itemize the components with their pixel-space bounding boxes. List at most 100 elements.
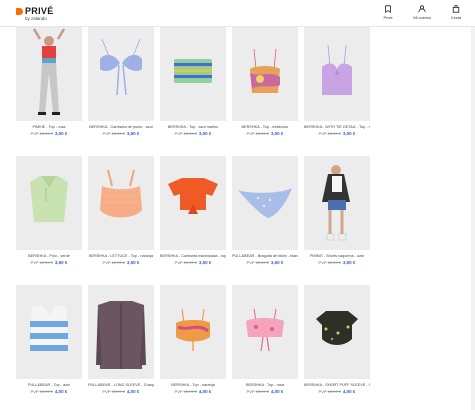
product-price: PVP12,99 €4,00 €	[88, 389, 154, 394]
cart-button[interactable]: Cesta	[445, 5, 467, 20]
original-price: 12,99 €	[327, 389, 341, 394]
product-image[interactable]	[16, 285, 82, 379]
product-name[interactable]: BERSHKA - Camiseta de punto - azul	[88, 125, 154, 129]
product-card[interactable]: BERSHKA - Top - naranja PVP12,99 €4,00 €	[160, 285, 226, 394]
product-name[interactable]: BERSHKA - Polo - verde	[16, 254, 82, 258]
prive-label: Privé	[383, 15, 393, 20]
pvp-label: PVP	[102, 389, 111, 394]
product-name[interactable]: BERSHKA - WITH TIE DETAIL - Top - morado…	[304, 125, 370, 129]
product-name[interactable]: BERSHKA - Top - rosa	[232, 383, 298, 387]
original-price: 12,99 €	[327, 260, 341, 265]
product-card[interactable]: BERSHKA - Camiseta de punto - azul PVP12,…	[88, 27, 154, 136]
product-card[interactable]: PULL&BEAR - Top - azul PVP12,99 €4,00 €	[16, 285, 82, 394]
sale-price: 4,00 €	[342, 389, 356, 394]
product-card[interactable]: BERSHKA - Top - multicolor PVP12,99 €3,50…	[232, 27, 298, 136]
product-name[interactable]: BERSHKA - Camiseta estampada - rojo	[160, 254, 226, 258]
product-card[interactable]: BERSHKA - Top - azul marino PVP12,99 €3,5…	[160, 27, 226, 136]
account-label: Mi cuenta	[413, 15, 431, 20]
account-button[interactable]: Mi cuenta	[411, 5, 433, 20]
product-price: PVP12,99 €3,50 €	[304, 131, 370, 136]
original-price: 12,99 €	[183, 260, 197, 265]
product-image[interactable]	[160, 156, 226, 250]
sale-price: 4,00 €	[198, 389, 212, 394]
product-image[interactable]	[304, 27, 370, 121]
original-price: 12,99 €	[183, 389, 197, 394]
sale-price: 3,50 €	[270, 260, 284, 265]
product-name[interactable]: PULL&BEAR - LONG SLEEVE - Chaqueta de pu…	[88, 383, 154, 387]
product-price: PVP12,99 €3,50 €	[160, 260, 226, 265]
bag-icon	[452, 5, 460, 13]
product-name[interactable]: PULL&BEAR - Top - azul	[16, 383, 82, 387]
pvp-label: PVP	[174, 260, 183, 265]
product-card[interactable]: PIMKIE - Shorts vaqueros - azul PVP12,99 …	[304, 156, 370, 265]
sale-price: 4,00 €	[270, 389, 284, 394]
product-price: PVP12,99 €3,50 €	[160, 131, 226, 136]
product-card[interactable]: BERSHKA - Top - rosa PVP12,99 €4,00 €	[232, 285, 298, 394]
product-image[interactable]	[16, 27, 82, 121]
product-card[interactable]: PIMKIE - Top - rosa PVP12,99 €3,50 €	[16, 27, 82, 136]
product-price: PVP12,99 €3,50 €	[232, 131, 298, 136]
sale-price: 3,50 €	[198, 260, 212, 265]
product-image[interactable]	[232, 285, 298, 379]
product-image[interactable]	[88, 156, 154, 250]
original-price: 12,99 €	[111, 131, 125, 136]
product-image[interactable]	[232, 27, 298, 121]
sale-price: 3,50 €	[342, 260, 356, 265]
product-card[interactable]: BERSHKA - WITH TIE DETAIL - Top - morado…	[304, 27, 370, 136]
pvp-label: PVP	[318, 131, 327, 136]
product-image[interactable]	[160, 27, 226, 121]
product-price: PVP12,99 €3,50 €	[232, 260, 298, 265]
product-price: PVP12,99 €3,50 €	[16, 260, 82, 265]
product-name[interactable]: BERSHKA - Top - naranja	[160, 383, 226, 387]
sale-price: 3,50 €	[54, 131, 68, 136]
pvp-label: PVP	[318, 389, 327, 394]
product-name[interactable]: PIMKIE - Shorts vaqueros - azul	[304, 254, 370, 258]
pvp-label: PVP	[174, 131, 183, 136]
original-price: 12,99 €	[111, 260, 125, 265]
pvp-label: PVP	[246, 389, 255, 394]
original-price: 12,99 €	[39, 389, 53, 394]
product-name[interactable]: PIMKIE - Top - rosa	[16, 125, 82, 129]
pvp-label: PVP	[246, 260, 255, 265]
sale-price: 3,50 €	[54, 260, 68, 265]
product-price: PVP12,99 €4,00 €	[232, 389, 298, 394]
scrollbar[interactable]	[471, 27, 475, 410]
product-name[interactable]: BERSHKA - SHORT PUFF SLEEVE - Camiseta e…	[304, 383, 370, 387]
brand-logo[interactable]: PRIVÉ by zalando	[16, 7, 54, 22]
product-image[interactable]	[232, 156, 298, 250]
product-card[interactable]: BERSHKA - Polo - verde PVP12,99 €3,50 €	[16, 156, 82, 265]
product-price: PVP12,99 €3,50 €	[304, 260, 370, 265]
product-card[interactable]: PULL&BEAR - LONG SLEEVE - Chaqueta de pu…	[88, 285, 154, 394]
original-price: 12,99 €	[255, 389, 269, 394]
product-image[interactable]	[304, 285, 370, 379]
product-name[interactable]: BERSHKA - Top - azul marino	[160, 125, 226, 129]
pvp-label: PVP	[318, 260, 327, 265]
sale-price: 3,50 €	[198, 131, 212, 136]
product-card[interactable]: BERSHKA - Camiseta estampada - rojo PVP12…	[160, 156, 226, 265]
pvp-label: PVP	[30, 389, 39, 394]
original-price: 12,99 €	[255, 260, 269, 265]
original-price: 12,99 €	[183, 131, 197, 136]
header-actions: Privé Mi cuenta Cesta	[377, 5, 467, 20]
product-name[interactable]: BERSHKA - LETTUCE - Top - naranja	[88, 254, 154, 258]
pvp-label: PVP	[246, 131, 255, 136]
product-name[interactable]: BERSHKA - Top - multicolor	[232, 125, 298, 129]
product-card[interactable]: BERSHKA - SHORT PUFF SLEEVE - Camiseta e…	[304, 285, 370, 394]
product-name[interactable]: PULL&BEAR - Braguita de bikini - blanco	[232, 254, 298, 258]
original-price: 12,99 €	[327, 131, 341, 136]
sale-price: 3,50 €	[126, 260, 140, 265]
pvp-label: PVP	[30, 131, 39, 136]
product-card[interactable]: BERSHKA - LETTUCE - Top - naranja PVP12,9…	[88, 156, 154, 265]
product-image[interactable]	[304, 156, 370, 250]
brand-sub: by zalando	[25, 16, 47, 21]
product-image[interactable]	[88, 27, 154, 121]
product-image[interactable]	[160, 285, 226, 379]
cart-label: Cesta	[450, 15, 462, 20]
product-image[interactable]	[16, 156, 82, 250]
prive-button[interactable]: Privé	[377, 5, 399, 20]
product-price: PVP12,99 €3,50 €	[88, 131, 154, 136]
top-header: PRIVÉ by zalando Privé Mi cuenta Cesta	[0, 0, 475, 27]
product-image[interactable]	[88, 285, 154, 379]
product-card[interactable]: PULL&BEAR - Braguita de bikini - blanco P…	[232, 156, 298, 265]
sale-price: 4,00 €	[54, 389, 68, 394]
